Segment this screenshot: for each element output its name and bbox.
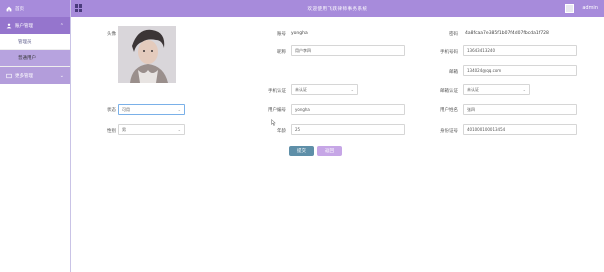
chevron-down-icon: ⌄ <box>177 127 181 132</box>
avatar-label: 头像 <box>107 32 116 37</box>
chevron-down-icon: ⌄ <box>522 87 526 92</box>
age-label: 年龄 <box>277 129 286 134</box>
portrait-image <box>118 26 176 83</box>
idcard-value: 401000100013454 <box>467 127 506 132</box>
user-id-label: 用户编号 <box>268 108 286 113</box>
user-icon <box>6 23 12 28</box>
nickname-field[interactable]: 用户李四 <box>291 45 405 56</box>
sidebar-item-admin[interactable]: 管理员 <box>0 34 70 50</box>
phone-value: 13643413240 <box>467 48 495 53</box>
avatar-photo[interactable] <box>118 26 176 83</box>
email-verify-label: 邮箱认证 <box>440 89 458 94</box>
sidebar-item-account-mgmt[interactable]: 账户管理 ⌃ <box>0 17 70 34</box>
nickname-label: 昵称 <box>277 50 286 55</box>
box-icon <box>6 73 12 78</box>
phone-verify-label: 手机认证 <box>268 89 286 94</box>
user-id-field[interactable]: yongha <box>291 104 405 115</box>
top-bar: 欢迎使用飞跃律师事务系统 admin <box>71 0 604 17</box>
gender-value: 男 <box>122 126 126 132</box>
email-verify-select[interactable]: 未认证 ⌄ <box>463 84 530 95</box>
sidebar-item-home[interactable]: 首页 <box>0 0 70 17</box>
cancel-button[interactable]: 返回 <box>317 146 342 156</box>
email-value: 134024@qq.com <box>467 68 502 73</box>
status-value: 可用 <box>122 106 130 112</box>
phone-label: 手机号码 <box>440 50 458 55</box>
sidebar-item-label: 更多管理 <box>15 73 33 79</box>
account-label: 账号 <box>277 32 286 37</box>
sidebar-item-label: 账户管理 <box>15 23 33 29</box>
mouse-cursor-icon <box>271 119 276 126</box>
nickname-value: 用户李四 <box>295 47 311 53</box>
age-value: 25 <box>295 127 301 132</box>
sidebar: 首页 账户管理 ⌃ 管理员 普通用户 更多管理 ⌄ <box>0 0 71 272</box>
email-label: 邮箱 <box>449 70 458 75</box>
status-select[interactable]: 可用 ⌄ <box>118 104 185 115</box>
gender-select[interactable]: 男 ⌄ <box>118 124 185 135</box>
sidebar-item-label: 普通用户 <box>18 56 36 61</box>
chevron-down-icon: ⌄ <box>177 107 181 112</box>
phone-verify-select[interactable]: 未认证 ⌄ <box>291 84 358 95</box>
idcard-field[interactable]: 401000100013454 <box>463 124 577 135</box>
username-value: 张四 <box>467 106 475 112</box>
password-value: 4a8fcaa7e385f1b07f4d07fbcda1f728 <box>465 31 549 36</box>
status-label: 状态 <box>107 108 116 113</box>
account-value: yongha <box>291 31 308 36</box>
idcard-label: 身份证号 <box>440 129 458 134</box>
phone-verify-value: 未认证 <box>295 86 307 92</box>
username-field-label: 用户姓名 <box>440 108 458 113</box>
sidebar-item-label: 首页 <box>15 6 24 12</box>
username-field[interactable]: 张四 <box>463 104 577 115</box>
username-label[interactable]: admin <box>582 5 598 11</box>
phone-field[interactable]: 13643413240 <box>463 45 577 56</box>
chevron-down-icon: ⌄ <box>59 72 64 79</box>
chevron-up-icon: ⌃ <box>59 22 64 29</box>
submit-button[interactable]: 提交 <box>289 146 314 156</box>
user-id-value: yongha <box>295 107 310 112</box>
age-field[interactable]: 25 <box>291 124 405 135</box>
gender-label: 性别 <box>107 129 116 134</box>
avatar[interactable] <box>565 4 574 13</box>
sidebar-item-normal-user[interactable]: 普通用户 <box>0 50 70 67</box>
email-verify-value: 未认证 <box>467 86 479 92</box>
sidebar-item-label: 管理员 <box>18 39 32 45</box>
email-field[interactable]: 134024@qq.com <box>463 65 577 76</box>
password-label: 密码 <box>449 32 458 37</box>
home-icon <box>6 6 12 11</box>
page-title: 欢迎使用飞跃律师事务系统 <box>307 6 368 12</box>
sidebar-item-more-mgmt[interactable]: 更多管理 ⌄ <box>0 67 70 84</box>
chevron-down-icon: ⌄ <box>350 87 354 92</box>
